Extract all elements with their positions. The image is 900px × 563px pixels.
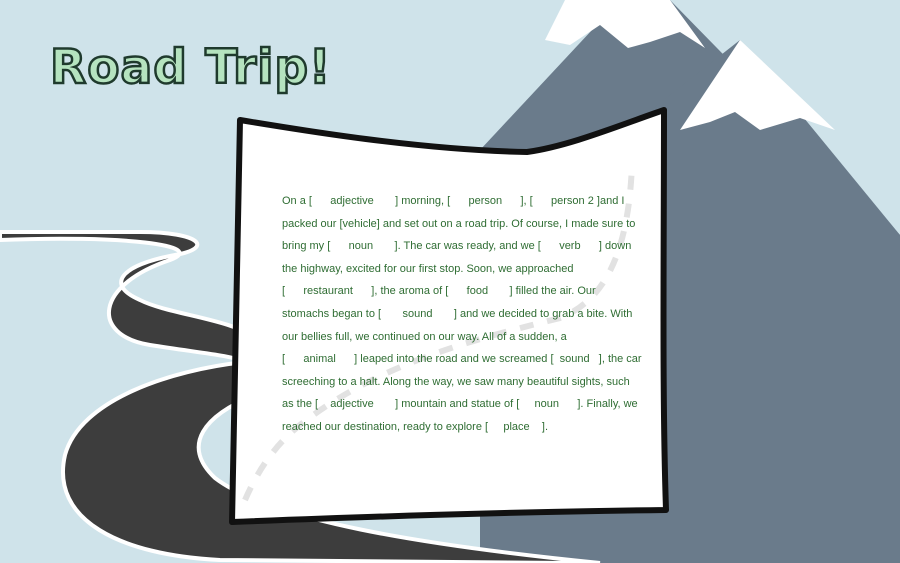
story-text: On a [ adjective ] morning, [ person ] , … — [282, 190, 642, 439]
story-segment: leaped into the road and we screamed — [357, 353, 551, 366]
story-segment: . — [544, 420, 549, 433]
story-blank: [ sound ] — [378, 307, 457, 320]
story-blank: [ place ] — [485, 420, 545, 433]
story-blank: [ noun ] — [327, 240, 398, 253]
story-blank: [ person ] — [447, 195, 524, 207]
story-segment: , the aroma of — [374, 285, 446, 298]
story-blank: [ noun ] — [516, 398, 581, 411]
story-blank: [ sound ] — [550, 353, 602, 366]
story-blank: [ verb ] — [537, 240, 602, 253]
story-blank: [ animal ] — [282, 353, 358, 366]
story-segment: mountain and statue of — [398, 398, 517, 411]
story-blank: [ restaurant ] — [282, 285, 375, 298]
page-title: Road Trip! — [49, 39, 332, 97]
story-segment: morning, — [398, 195, 448, 207]
story-blank: [ adjective ] — [315, 398, 399, 411]
story-segment: . The car was ready, and we — [397, 240, 538, 253]
story-segment: On a — [282, 195, 309, 207]
story-blank: [ person 2 ] — [529, 195, 600, 207]
story-blank: [ food ] — [445, 285, 513, 298]
story-blank: [ adjective ] — [308, 195, 399, 207]
